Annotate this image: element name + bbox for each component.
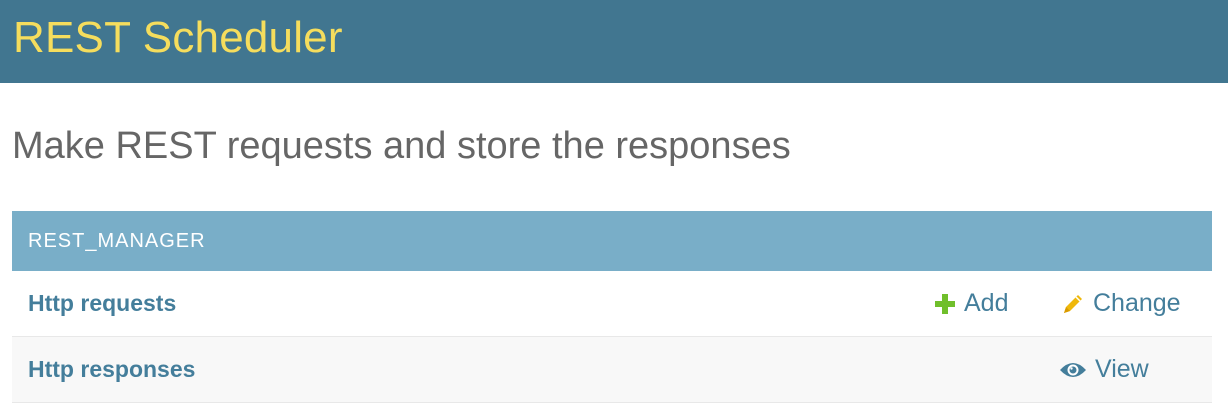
table-row-http-responses: Http responses View bbox=[12, 337, 1212, 403]
app-module: REST_MANAGER Http requests Add Change Ht… bbox=[12, 211, 1212, 403]
site-title-link[interactable]: REST Scheduler bbox=[13, 13, 343, 63]
plus-icon bbox=[934, 293, 956, 315]
eye-icon bbox=[1059, 360, 1087, 380]
model-link-http-responses[interactable]: Http responses bbox=[28, 356, 195, 383]
add-button[interactable]: Add bbox=[934, 289, 1008, 318]
module-caption-label: REST_MANAGER bbox=[28, 229, 206, 252]
page-title: Make REST requests and store the respons… bbox=[12, 125, 791, 167]
site-header: REST Scheduler bbox=[0, 0, 1228, 83]
pencil-icon bbox=[1061, 292, 1085, 316]
change-label: Change bbox=[1093, 289, 1181, 317]
model-link-http-requests[interactable]: Http requests bbox=[28, 290, 176, 317]
view-button[interactable]: View bbox=[1059, 355, 1149, 384]
table-row-http-requests: Http requests Add Change bbox=[12, 271, 1212, 337]
module-caption[interactable]: REST_MANAGER bbox=[12, 211, 1212, 271]
view-label: View bbox=[1095, 355, 1149, 383]
change-button[interactable]: Change bbox=[1061, 289, 1181, 318]
add-label: Add bbox=[964, 289, 1009, 317]
